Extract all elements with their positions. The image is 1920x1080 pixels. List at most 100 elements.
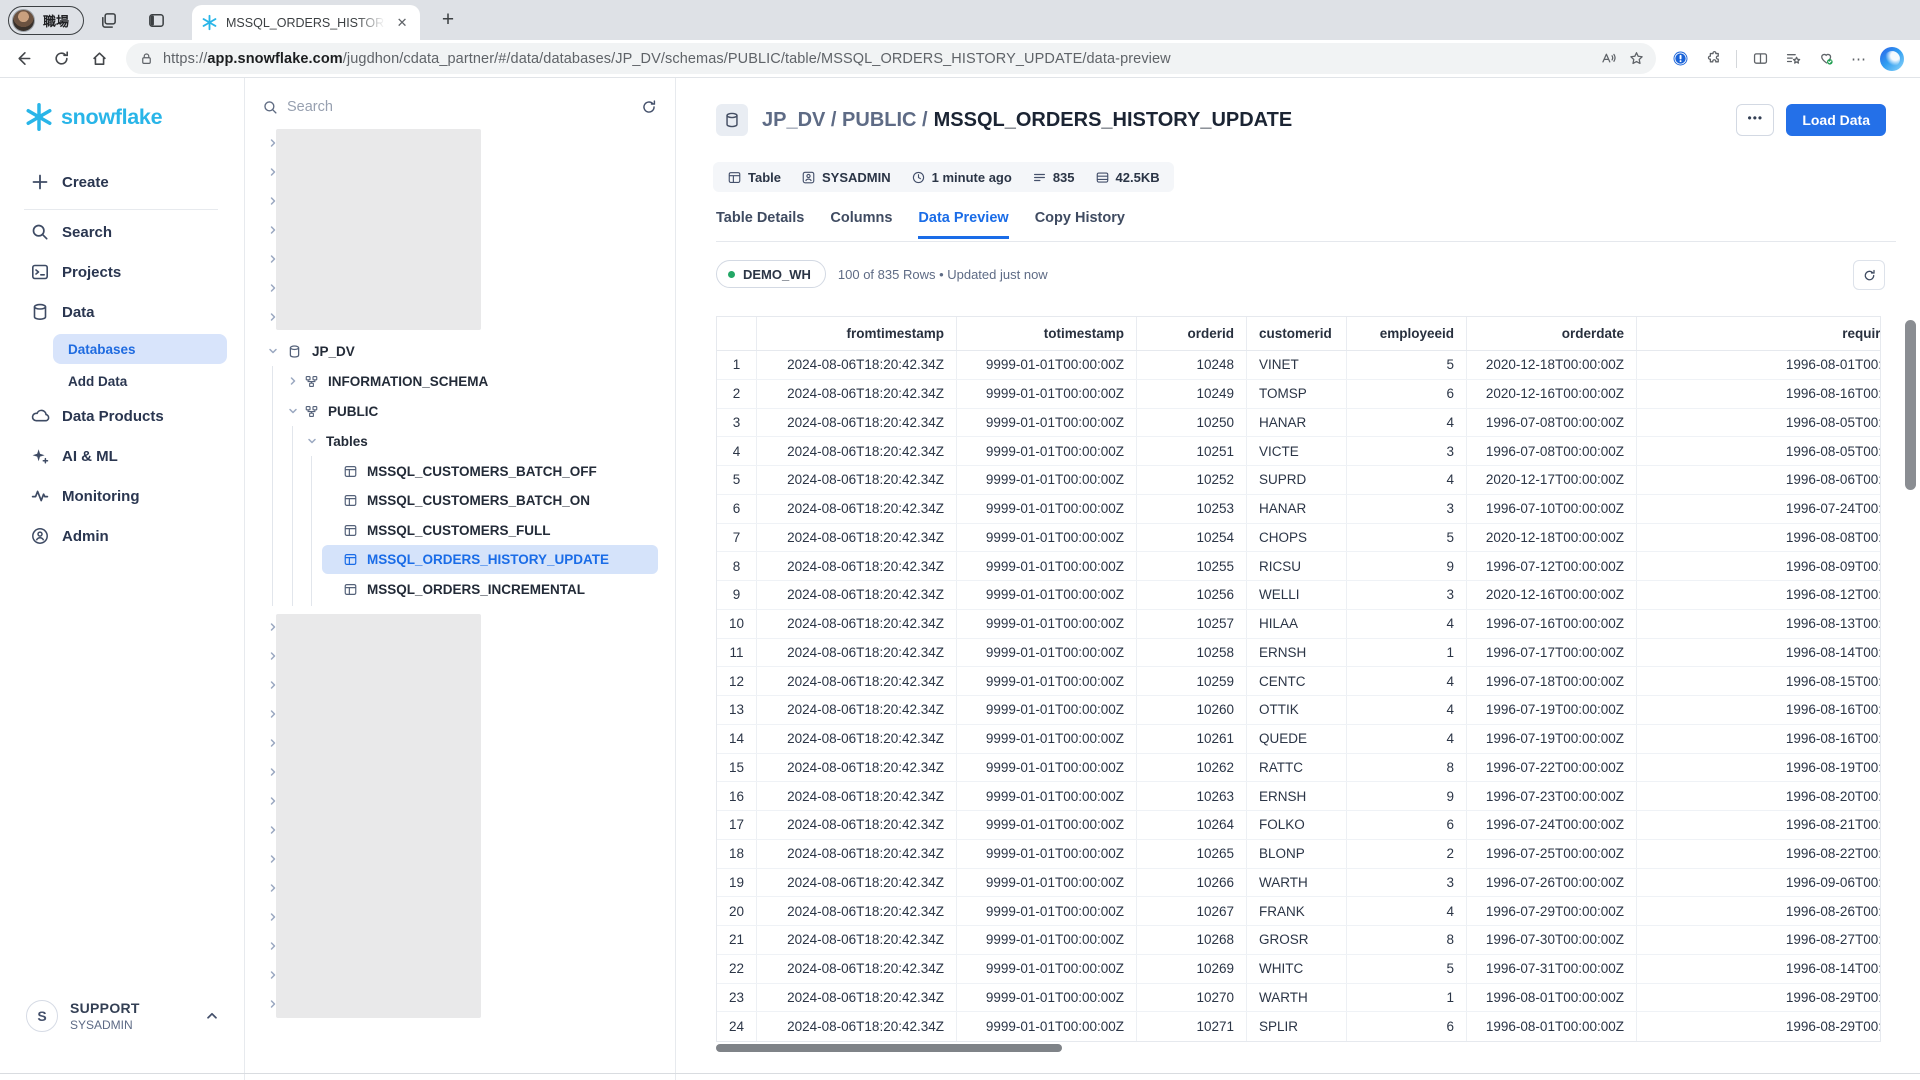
tab-data-preview[interactable]: Data Preview (918, 210, 1008, 239)
table-row[interactable]: 172024-08-06T18:20:42.34Z9999-01-01T00:0… (717, 811, 1880, 840)
preview-refresh-button[interactable] (1853, 260, 1885, 290)
grid-header-num[interactable] (717, 317, 757, 350)
support-account-menu[interactable]: S SUPPORT SYSADMIN (0, 992, 245, 1040)
table-row[interactable]: 242024-08-06T18:20:42.34Z9999-01-01T00:0… (717, 1012, 1880, 1041)
read-aloud-icon[interactable] (1594, 45, 1622, 73)
home-icon[interactable] (84, 44, 114, 74)
onepassword-icon[interactable] (1666, 45, 1694, 73)
table-row[interactable]: 92024-08-06T18:20:42.34Z9999-01-01T00:00… (717, 581, 1880, 610)
tree-collapsed-item[interactable] (245, 845, 674, 874)
tree-collapsed-item[interactable] (245, 903, 674, 932)
sidebar-item-databases[interactable]: Databases (53, 334, 227, 364)
tree-table-item[interactable]: MSSQL_ORDERS_INCREMENTAL (322, 575, 658, 604)
tree-collapsed-item[interactable] (245, 990, 674, 1019)
tree-tables-group[interactable]: Tables (245, 426, 674, 456)
tree-table-item[interactable]: MSSQL_CUSTOMERS_FULL (322, 516, 658, 545)
tree-collapsed-item[interactable] (245, 273, 674, 302)
tree-scroll-area[interactable]: JP_DV INFORMATION_SCHEMA PUBLIC Tables (245, 128, 674, 1080)
table-row[interactable]: 162024-08-06T18:20:42.34Z9999-01-01T00:0… (717, 782, 1880, 811)
tree-collapsed-item[interactable] (245, 758, 674, 787)
table-row[interactable]: 112024-08-06T18:20:42.34Z9999-01-01T00:0… (717, 639, 1880, 668)
tree-schema-public[interactable]: PUBLIC (245, 396, 674, 426)
table-row[interactable]: 202024-08-06T18:20:42.34Z9999-01-01T00:0… (717, 897, 1880, 926)
new-tab-button[interactable]: + (434, 6, 462, 34)
table-row[interactable]: 152024-08-06T18:20:42.34Z9999-01-01T00:0… (717, 754, 1880, 783)
sidebar-item-monitoring[interactable]: Monitoring (0, 476, 245, 516)
table-row[interactable]: 192024-08-06T18:20:42.34Z9999-01-01T00:0… (717, 869, 1880, 898)
tree-collapsed-item[interactable] (245, 671, 674, 700)
sidebar-item-data[interactable]: Data (0, 292, 245, 332)
tab-actions-icon[interactable] (142, 6, 170, 34)
sidebar-item-admin[interactable]: Admin (0, 516, 245, 556)
tree-collapsed-item[interactable] (245, 613, 674, 642)
grid-header-customerid[interactable]: customerid (1247, 317, 1347, 350)
sidebar-item-projects[interactable]: Projects (0, 252, 245, 292)
table-row[interactable]: 102024-08-06T18:20:42.34Z9999-01-01T00:0… (717, 610, 1880, 639)
grid-header-totimestamp[interactable]: totimestamp (957, 317, 1137, 350)
table-row[interactable]: 142024-08-06T18:20:42.34Z9999-01-01T00:0… (717, 725, 1880, 754)
table-row[interactable]: 42024-08-06T18:20:42.34Z9999-01-01T00:00… (717, 437, 1880, 466)
table-row[interactable]: 212024-08-06T18:20:42.34Z9999-01-01T00:0… (717, 926, 1880, 955)
browser-menu-icon[interactable]: ⋯ (1845, 45, 1873, 73)
tree-search-input[interactable]: Search (287, 99, 333, 115)
table-row[interactable]: 12024-08-06T18:20:42.34Z9999-01-01T00:00… (717, 351, 1880, 380)
load-data-button[interactable]: Load Data (1786, 104, 1886, 136)
browser-essentials-icon[interactable] (1812, 45, 1840, 73)
tree-schema-information-schema[interactable]: INFORMATION_SCHEMA (245, 366, 674, 396)
tree-collapsed-item[interactable] (245, 302, 674, 331)
tree-table-item[interactable]: MSSQL_ORDERS_HISTORY_UPDATE (322, 545, 658, 574)
tree-collapsed-item[interactable] (245, 932, 674, 961)
table-row[interactable]: 232024-08-06T18:20:42.34Z9999-01-01T00:0… (717, 984, 1880, 1013)
url-bar[interactable]: https://app.snowflake.com/jugdhon/cdata_… (126, 43, 1656, 74)
back-icon[interactable] (8, 44, 38, 74)
tree-collapsed-item[interactable] (245, 961, 674, 990)
collections-icon[interactable] (94, 6, 122, 34)
table-row[interactable]: 132024-08-06T18:20:42.34Z9999-01-01T00:0… (717, 696, 1880, 725)
tab-table-details[interactable]: Table Details (716, 210, 804, 239)
tree-collapsed-item[interactable] (245, 816, 674, 845)
tree-table-item[interactable]: MSSQL_CUSTOMERS_BATCH_OFF (322, 457, 658, 486)
extensions-puzzle-icon[interactable] (1699, 45, 1727, 73)
grid-header-fromtimestamp[interactable]: fromtimestamp (757, 317, 957, 350)
table-row[interactable]: 222024-08-06T18:20:42.34Z9999-01-01T00:0… (717, 955, 1880, 984)
split-screen-icon[interactable] (1746, 45, 1774, 73)
table-row[interactable]: 122024-08-06T18:20:42.34Z9999-01-01T00:0… (717, 667, 1880, 696)
vertical-scrollbar[interactable] (1905, 320, 1916, 490)
tree-collapsed-item[interactable] (245, 157, 674, 186)
grid-header-requireddate[interactable]: requireddate (1637, 317, 1881, 350)
grid-header-employeeid[interactable]: employeeid (1347, 317, 1467, 350)
sidebar-item-create[interactable]: Create (0, 164, 245, 200)
tree-collapsed-item[interactable] (245, 787, 674, 816)
tree-collapsed-item[interactable] (245, 186, 674, 215)
more-actions-button[interactable]: ••• (1736, 104, 1774, 136)
browser-tab[interactable]: MSSQL_ORDERS_HISTORY_U ✕ (192, 5, 420, 40)
horizontal-scrollbar[interactable] (716, 1044, 1062, 1052)
favorites-hub-icon[interactable] (1779, 45, 1807, 73)
tree-refresh-icon[interactable] (640, 98, 658, 116)
table-row[interactable]: 32024-08-06T18:20:42.34Z9999-01-01T00:00… (717, 409, 1880, 438)
snowflake-logo[interactable]: snowflake (24, 102, 162, 132)
table-row[interactable]: 72024-08-06T18:20:42.34Z9999-01-01T00:00… (717, 524, 1880, 553)
sidebar-item-search[interactable]: Search (0, 212, 245, 252)
sidebar-item-add-data[interactable]: Add Data (68, 366, 245, 396)
tree-collapsed-item[interactable] (245, 700, 674, 729)
table-row[interactable]: 182024-08-06T18:20:42.34Z9999-01-01T00:0… (717, 840, 1880, 869)
table-row[interactable]: 62024-08-06T18:20:42.34Z9999-01-01T00:00… (717, 495, 1880, 524)
table-row[interactable]: 52024-08-06T18:20:42.34Z9999-01-01T00:00… (717, 466, 1880, 495)
favorite-star-icon[interactable] (1622, 45, 1650, 73)
warehouse-selector[interactable]: DEMO_WH (716, 260, 826, 288)
grid-header-orderid[interactable]: orderid (1137, 317, 1247, 350)
tree-collapsed-item[interactable] (245, 729, 674, 758)
tree-collapsed-item[interactable] (245, 642, 674, 671)
tab-columns[interactable]: Columns (830, 210, 892, 239)
tab-close-icon[interactable]: ✕ (393, 14, 411, 32)
sidebar-item-data-products[interactable]: Data Products (0, 396, 245, 436)
grid-header-orderdate[interactable]: orderdate (1467, 317, 1637, 350)
refresh-icon[interactable] (46, 44, 76, 74)
table-row[interactable]: 22024-08-06T18:20:42.34Z9999-01-01T00:00… (717, 380, 1880, 409)
copilot-icon[interactable] (1878, 45, 1906, 73)
tree-database-jp-dv[interactable]: JP_DV (245, 336, 674, 366)
breadcrumb-prefix[interactable]: JP_DV / PUBLIC / (762, 109, 928, 131)
sidebar-item-ai-ml[interactable]: AI & ML (0, 436, 245, 476)
tree-table-item[interactable]: MSSQL_CUSTOMERS_BATCH_ON (322, 486, 658, 515)
